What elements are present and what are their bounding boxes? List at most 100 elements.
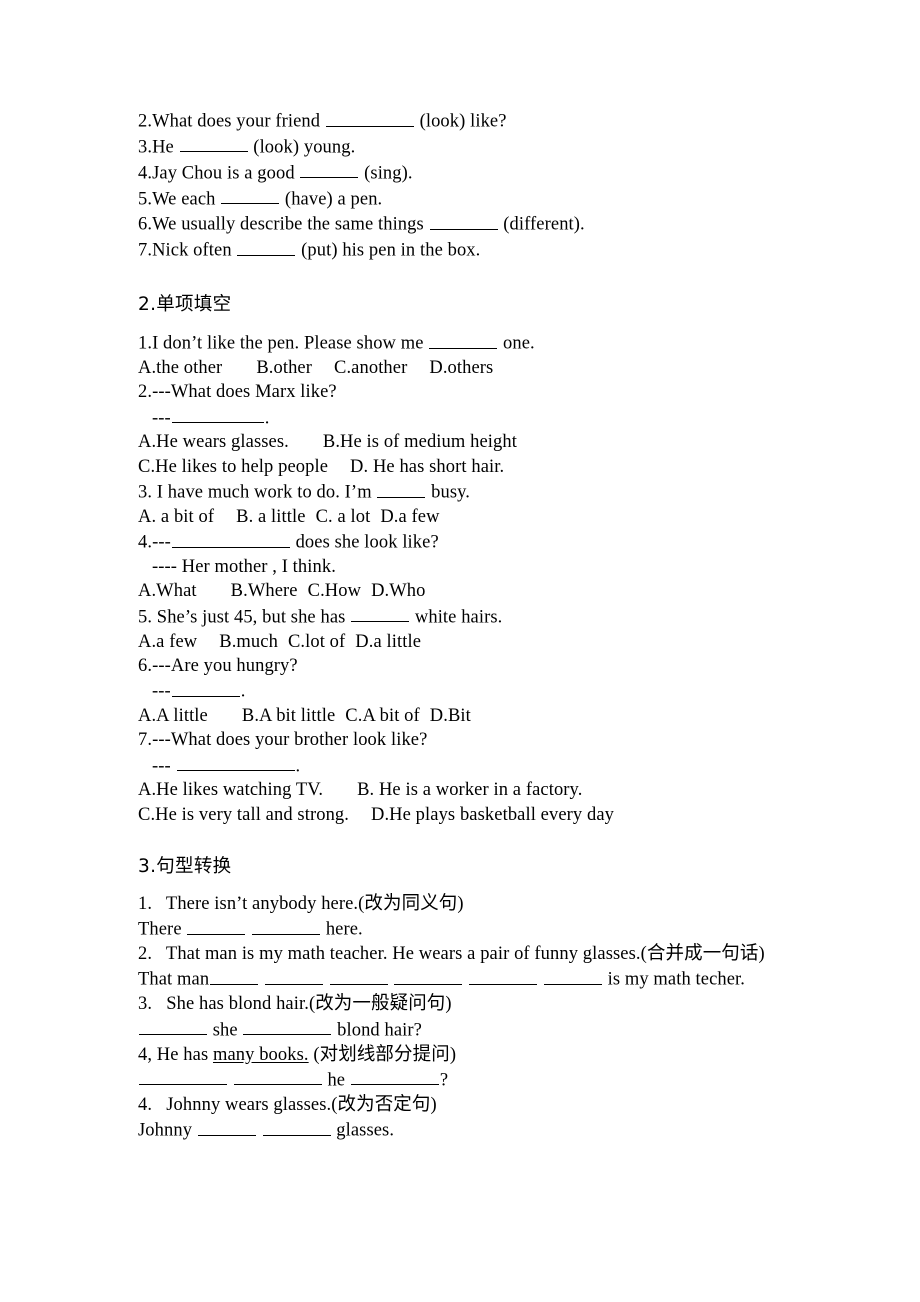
item-text-pre: He	[152, 137, 179, 158]
fill-blank[interactable]	[377, 479, 426, 498]
option-d[interactable]: D. He has short hair.	[350, 457, 504, 477]
option-a[interactable]: A.What	[138, 581, 197, 601]
item-text-post: (have) a pen.	[280, 189, 383, 210]
document-content: 2.What does your friend (look) like? 3.H…	[138, 108, 838, 1143]
option-b[interactable]: B.He is of medium height	[323, 432, 517, 452]
fill-blank[interactable]	[350, 1067, 439, 1086]
fill-blank[interactable]	[543, 966, 602, 986]
answer-period: .	[295, 756, 301, 777]
fill-blank[interactable]	[429, 211, 498, 230]
option-c[interactable]: C. a lot	[316, 507, 371, 527]
fill-blank[interactable]	[351, 604, 410, 623]
item-text-post: (put) his pen in the box.	[296, 240, 481, 261]
option-d[interactable]: D.Who	[371, 581, 425, 601]
fill-blank[interactable]	[187, 916, 246, 935]
fill-blank[interactable]	[325, 108, 414, 127]
fill-blank[interactable]	[176, 753, 295, 772]
option-b[interactable]: B. He is a worker in a factory.	[357, 780, 582, 800]
answer-text-post: ?	[439, 1070, 449, 1091]
transform-5-stem: 4. Johnny wears glasses.(改为否定句)	[138, 1094, 437, 1115]
option-a[interactable]: A.A little	[138, 706, 208, 726]
option-d[interactable]: D.others	[429, 358, 493, 378]
transform-2-answer: That man is my math techer.	[138, 966, 838, 992]
fill-blank[interactable]	[329, 966, 388, 986]
transform-4-answer: he ?	[138, 1067, 838, 1093]
underlined-phrase: many books.	[212, 1044, 309, 1065]
item-text-pre: We usually describe the same things	[152, 215, 429, 235]
item-number: 5.	[138, 189, 153, 210]
option-a[interactable]: A.He likes watching TV.	[138, 780, 323, 800]
fill-blank[interactable]	[429, 330, 498, 349]
answer-period: .	[240, 681, 246, 702]
answer-dash: ---	[152, 408, 171, 429]
section-sentence-transformation: 3.句型转换 1. There isn’t anybody here.(改为同义…	[138, 855, 838, 1143]
exercise-line: 7.Nick often (put) his pen in the box.	[138, 237, 838, 263]
question-1-stem: 1.I don’t like the pen. Please show me o…	[138, 330, 838, 356]
question-1-options: A.the other B.other C.another D.others	[138, 356, 838, 380]
fill-blank[interactable]	[394, 966, 463, 986]
section-multiple-choice: 2.单项填空 1.I don’t like the pen. Please sh…	[138, 293, 838, 827]
question-4-options: A.What B.Where C.How D.Who	[138, 579, 838, 603]
option-a[interactable]: A.He wears glasses.	[138, 432, 289, 452]
fill-blank[interactable]	[264, 966, 323, 986]
option-a[interactable]: A. a bit of	[138, 507, 214, 527]
fill-blank[interactable]	[252, 916, 321, 935]
transform-1-stem: 1. There isn’t anybody here.(改为同义句)	[138, 894, 464, 915]
section-word-form: 2.What does your friend (look) like? 3.H…	[138, 108, 838, 263]
stem-text-pre: 4.---	[138, 532, 171, 553]
answer-text-post: here.	[321, 919, 363, 940]
heading-spacer	[138, 317, 838, 330]
option-d[interactable]: D.He plays basketball every day	[371, 805, 614, 825]
option-b[interactable]: B.A bit little	[242, 706, 335, 726]
fill-blank[interactable]	[233, 1067, 322, 1086]
item-number: 6.	[138, 215, 153, 235]
fill-blank[interactable]	[221, 186, 280, 205]
fill-blank[interactable]	[171, 529, 290, 548]
fill-blank[interactable]	[237, 237, 296, 256]
option-d[interactable]: D.a few	[380, 507, 439, 527]
option-b[interactable]: B.other	[256, 358, 312, 378]
option-c[interactable]: C.A bit of	[345, 706, 420, 726]
option-d[interactable]: D.a little	[355, 632, 421, 652]
item-text-pre: Jay Chou is a good	[152, 163, 300, 184]
fill-blank[interactable]	[171, 405, 264, 424]
fill-blank[interactable]	[139, 1067, 227, 1086]
question-6-answer: ---.	[138, 678, 838, 704]
fill-blank[interactable]	[243, 1017, 332, 1036]
question-2-options-row2: C.He likes to help people D. He has short…	[138, 455, 838, 479]
fill-blank[interactable]	[139, 1017, 207, 1036]
option-c[interactable]: C.another	[334, 358, 407, 378]
transform-4-stem: 4, He has many books. (对划线部分提问)	[138, 1043, 838, 1067]
stem-text-post: white hairs.	[410, 607, 503, 628]
answer-text-pre: That man	[138, 970, 210, 991]
question-2-stem: 2.---What does Marx like?	[138, 382, 337, 403]
fill-blank[interactable]	[179, 134, 248, 153]
fill-blank[interactable]	[210, 966, 259, 986]
item-text-pre: We each	[152, 189, 221, 210]
exercise-line: 4.Jay Chou is a good (sing).	[138, 160, 838, 186]
item-text-post: (different).	[498, 215, 585, 235]
fill-blank[interactable]	[469, 966, 538, 986]
fill-blank[interactable]	[171, 678, 240, 697]
option-c[interactable]: C.He likes to help people	[138, 457, 328, 477]
item-text-post: (sing).	[359, 163, 413, 184]
option-a[interactable]: A.a few	[138, 632, 197, 652]
transform-3-stem: 3. She has blond hair.(改为一般疑问句)	[138, 994, 452, 1015]
option-a[interactable]: A.the other	[138, 358, 222, 378]
option-c[interactable]: C.lot of	[288, 632, 345, 652]
option-b[interactable]: B. a little	[236, 507, 305, 527]
question-2-options-row1: A.He wears glasses. B.He is of medium hei…	[138, 430, 838, 454]
item-text-post: (look) like?	[414, 111, 507, 132]
option-d[interactable]: D.Bit	[430, 706, 471, 726]
question-5-options: A.a few B.much C.lot of D.a little	[138, 630, 838, 654]
stem-text-post: one.	[498, 333, 535, 354]
option-c[interactable]: C.How	[308, 581, 361, 601]
fill-blank[interactable]	[197, 1117, 256, 1136]
option-c[interactable]: C.He is very tall and strong.	[138, 805, 349, 825]
option-b[interactable]: B.much	[219, 632, 278, 652]
fill-blank[interactable]	[300, 160, 359, 179]
fill-blank[interactable]	[262, 1117, 331, 1136]
option-b[interactable]: B.Where	[231, 581, 298, 601]
question-2-answer: ---.	[138, 405, 838, 431]
